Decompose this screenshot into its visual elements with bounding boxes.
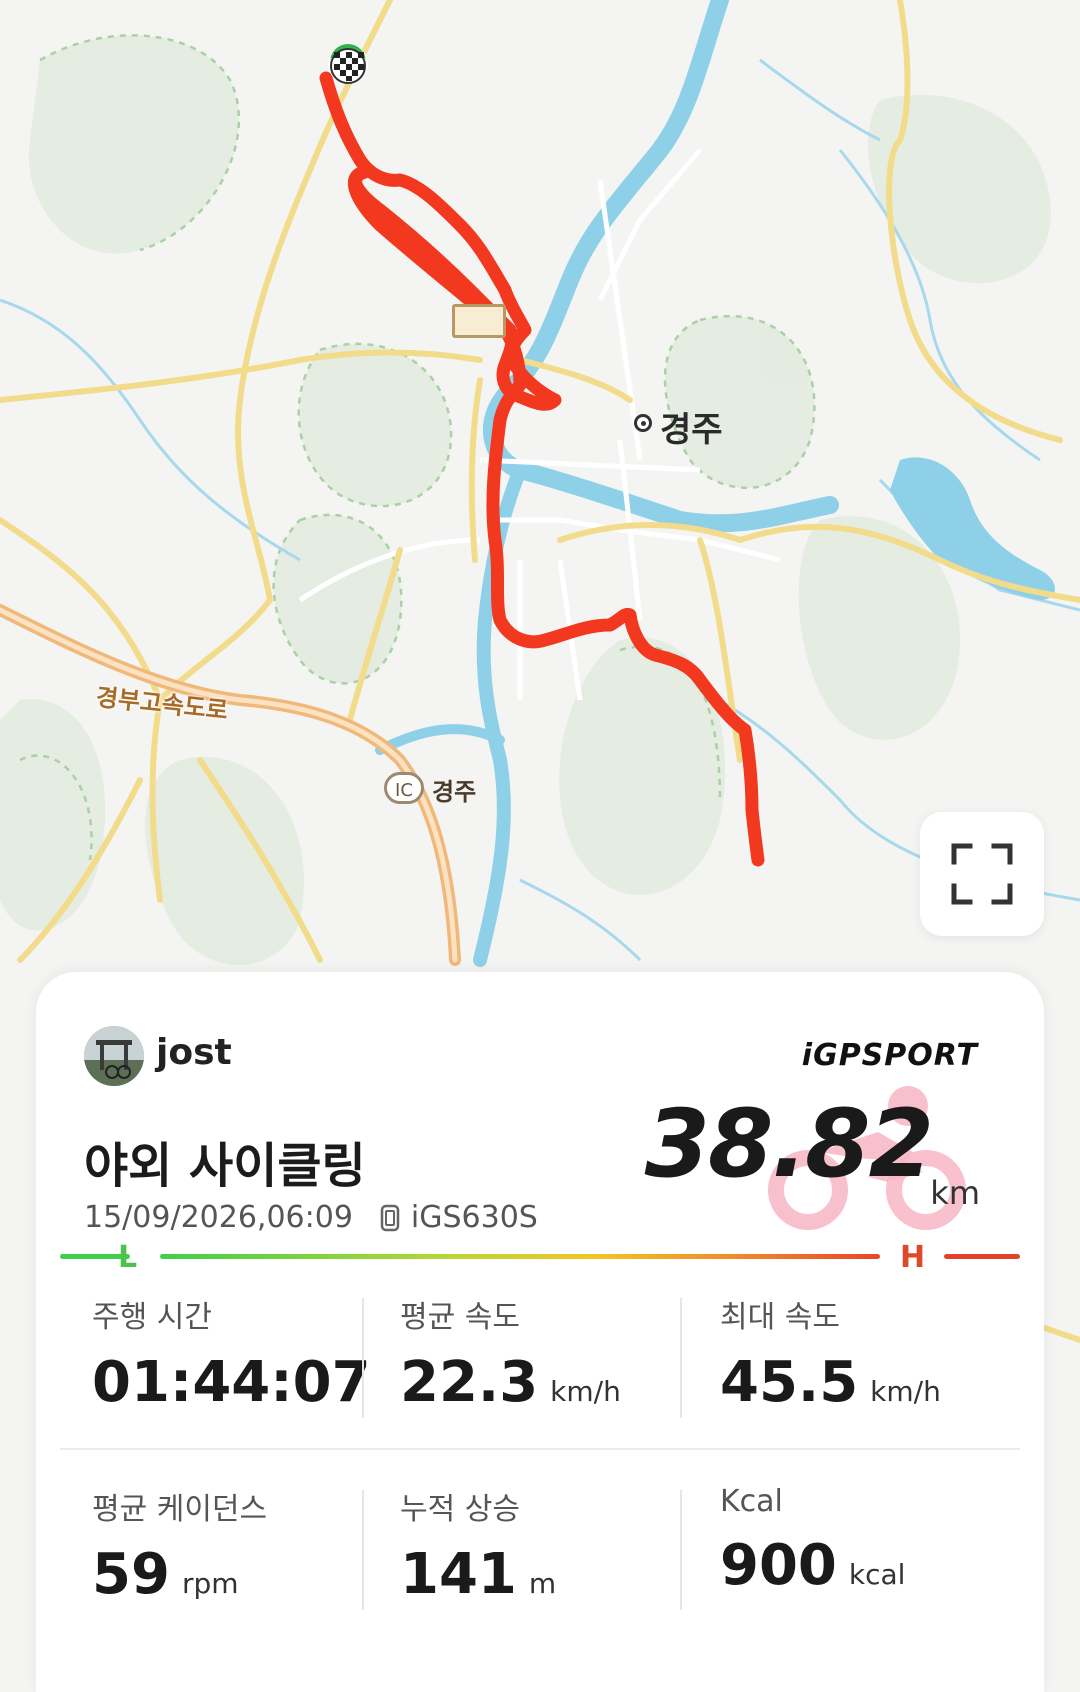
stat-number: 22.3 — [400, 1350, 539, 1415]
stat-number: 45.5 — [720, 1350, 859, 1415]
brand-logo: iGPSPORT — [801, 1038, 978, 1073]
stat-number: 01:44:07 — [92, 1350, 371, 1415]
activity-summary-card: jost iGPSPORT 야외 사이클링 15/09/2026,06:09 i… — [36, 972, 1044, 1692]
stat-max-speed: 최대 속도 45.5 km/h — [720, 1292, 1020, 1415]
divider — [680, 1298, 682, 1418]
stat-unit: km/h — [550, 1375, 621, 1408]
stat-value: 45.5 km/h — [720, 1350, 1020, 1415]
stat-label: 최대 속도 — [720, 1300, 840, 1335]
stat-unit: m — [528, 1567, 557, 1600]
interchange-badge: IC — [384, 772, 424, 804]
watch-icon — [380, 1204, 400, 1231]
scale-high-label: H — [900, 1240, 926, 1275]
expand-icon — [951, 843, 1013, 905]
scale-segment-high — [944, 1254, 1020, 1259]
stat-unit: kcal — [848, 1558, 906, 1591]
distance-unit: km — [930, 1174, 980, 1212]
stat-unit: km/h — [870, 1375, 941, 1408]
city-label: 경주 — [660, 410, 723, 450]
username[interactable]: jost — [156, 1032, 232, 1073]
stat-number: 900 — [720, 1533, 837, 1598]
divider — [680, 1490, 682, 1610]
terrain — [0, 35, 1051, 965]
stat-value: 22.3 km/h — [400, 1350, 700, 1415]
stat-ride-time: 주행 시간 01:44:07 — [92, 1292, 392, 1415]
stat-unit: rpm — [181, 1567, 239, 1600]
stat-value: 59 rpm — [92, 1542, 392, 1607]
stat-label: 누적 상승 — [400, 1492, 520, 1527]
fullscreen-button[interactable] — [920, 812, 1044, 936]
avatar[interactable] — [84, 1026, 144, 1086]
distance-value: 38.82 — [644, 1090, 934, 1199]
activity-title: 야외 사이클링 — [84, 1138, 366, 1194]
intensity-scale: L H — [60, 1240, 1020, 1275]
scale-low-label: L — [118, 1240, 138, 1275]
stat-number: 59 — [92, 1542, 170, 1607]
route-shield-icon — [452, 304, 506, 338]
activity-datetime: 15/09/2026,06:09 — [84, 1200, 353, 1235]
activity-meta: 15/09/2026,06:09 iGS630S — [84, 1200, 538, 1235]
scale-gradient — [160, 1254, 880, 1259]
finish-flag-icon — [328, 44, 368, 84]
stat-label: Kcal — [720, 1484, 783, 1519]
divider — [60, 1448, 1020, 1450]
divider — [362, 1490, 364, 1610]
device-info: iGS630S — [379, 1200, 538, 1235]
stat-number: 141 — [400, 1542, 517, 1607]
stat-avg-speed: 평균 속도 22.3 km/h — [400, 1292, 700, 1415]
stat-value: 141 m — [400, 1542, 700, 1607]
stat-value: 01:44:07 — [92, 1350, 392, 1415]
stat-calories: Kcal 900 kcal — [720, 1484, 1020, 1598]
stat-label: 주행 시간 — [92, 1300, 212, 1335]
stat-label: 평균 케이던스 — [92, 1492, 268, 1527]
divider — [362, 1298, 364, 1418]
city-marker-icon — [634, 414, 652, 432]
device-name: iGS630S — [410, 1200, 538, 1235]
interchange-label: 경주 — [432, 778, 477, 806]
stat-elevation-gain: 누적 상승 141 m — [400, 1484, 700, 1607]
stat-value: 900 kcal — [720, 1533, 1020, 1598]
stat-avg-cadence: 평균 케이던스 59 rpm — [92, 1484, 392, 1607]
stat-label: 평균 속도 — [400, 1300, 520, 1335]
